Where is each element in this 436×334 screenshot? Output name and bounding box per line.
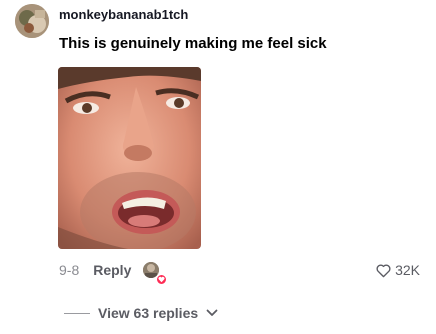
comment-text: This is genuinely making me feel sick: [59, 35, 327, 52]
comment-username[interactable]: monkeybananab1tch: [59, 7, 188, 22]
comment-image[interactable]: [58, 67, 201, 249]
avatar-image: [15, 4, 49, 38]
reply-button[interactable]: Reply: [93, 262, 131, 278]
like-count: 32K: [395, 262, 420, 278]
comment-meta: 9-8 Reply: [59, 262, 160, 278]
chevron-down-icon: [206, 309, 218, 316]
view-replies-button[interactable]: View 63 replies: [64, 305, 218, 321]
replies-divider: [64, 312, 90, 314]
like-button[interactable]: 32K: [375, 262, 420, 278]
view-replies-label: View 63 replies: [98, 305, 199, 321]
comment-date: 9-8: [59, 262, 80, 278]
heart-badge-icon: [156, 274, 167, 285]
user-avatar[interactable]: [15, 4, 49, 38]
heart-outline-icon: [376, 264, 391, 277]
face-photo: [58, 67, 201, 249]
